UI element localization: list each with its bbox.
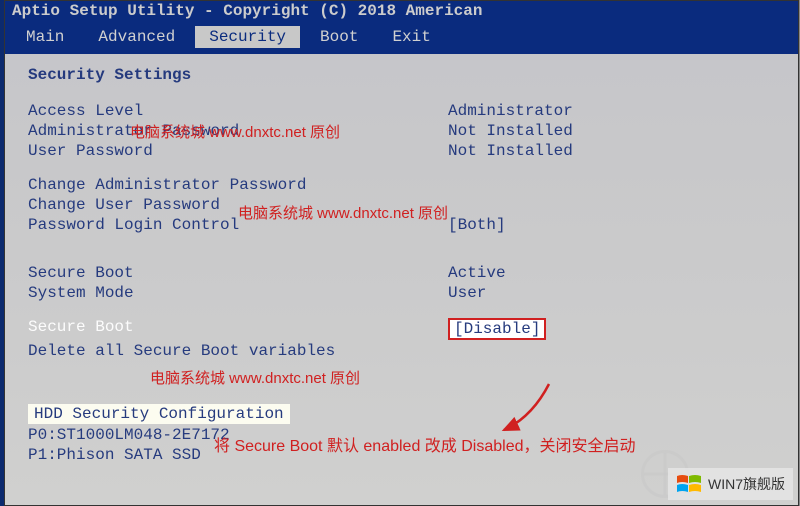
section-header: Security Settings <box>28 66 775 84</box>
row-secure-boot-status: Secure Boot Active <box>28 264 775 282</box>
value-login-control[interactable]: [Both] <box>448 216 506 234</box>
nav-main[interactable]: Main <box>12 26 78 48</box>
content-panel: Security Settings Access Level Administr… <box>4 54 799 478</box>
label-access-level: Access Level <box>28 102 448 120</box>
row-login-control[interactable]: Password Login Control [Both] <box>28 216 775 234</box>
link-change-admin-password[interactable]: Change Administrator Password <box>28 176 448 194</box>
link-change-user-password[interactable]: Change User Password <box>28 196 448 214</box>
win7-badge: WIN7旗舰版 <box>668 468 793 500</box>
row-change-admin-password[interactable]: Change Administrator Password <box>28 176 775 194</box>
row-access-level: Access Level Administrator <box>28 102 775 120</box>
label-admin-password: Administrator Password <box>28 122 448 140</box>
nav-advanced[interactable]: Advanced <box>84 26 189 48</box>
label-secure-boot-toggle: Secure Boot <box>28 318 448 340</box>
hdd-drive-0-label[interactable]: P0:ST1000LM048-2E7172 <box>28 426 230 444</box>
windows-logo-icon <box>676 472 702 496</box>
label-secure-boot-status: Secure Boot <box>28 264 448 282</box>
value-access-level: Administrator <box>448 102 573 120</box>
label-user-password: User Password <box>28 142 448 160</box>
row-admin-password: Administrator Password Not Installed <box>28 122 775 140</box>
value-secure-boot-toggle[interactable]: [Disable] <box>448 318 546 340</box>
label-login-control: Password Login Control <box>28 216 448 234</box>
value-user-password: Not Installed <box>448 142 573 160</box>
link-delete-secure-boot-vars[interactable]: Delete all Secure Boot variables <box>28 342 448 360</box>
value-secure-boot-status: Active <box>448 264 506 282</box>
annotation-text: 将 Secure Boot 默认 enabled 改成 Disabled，关闭安… <box>214 432 636 456</box>
hdd-drive-1-label[interactable]: P1:Phison SATA SSD <box>28 446 201 464</box>
win7-badge-text: WIN7旗舰版 <box>708 474 785 494</box>
value-system-mode: User <box>448 284 486 302</box>
value-admin-password: Not Installed <box>448 122 573 140</box>
nav-security[interactable]: Security <box>195 26 300 48</box>
nav-boot[interactable]: Boot <box>306 26 372 48</box>
row-change-user-password[interactable]: Change User Password <box>28 196 775 214</box>
bios-screen: Aptio Setup Utility - Copyright (C) 2018… <box>0 0 800 506</box>
title-bar: Aptio Setup Utility - Copyright (C) 2018… <box>4 0 799 22</box>
label-system-mode: System Mode <box>28 284 448 302</box>
row-secure-boot-toggle[interactable]: Secure Boot [Disable] <box>28 318 775 340</box>
row-system-mode: System Mode User <box>28 284 775 302</box>
nav-exit[interactable]: Exit <box>378 26 444 48</box>
title-text: Aptio Setup Utility - Copyright (C) 2018… <box>12 2 482 20</box>
nav-bar: Main Advanced Security Boot Exit <box>4 22 799 54</box>
row-user-password: User Password Not Installed <box>28 142 775 160</box>
row-delete-secure-boot-vars[interactable]: Delete all Secure Boot variables <box>28 342 775 360</box>
hdd-header: HDD Security Configuration <box>28 404 290 424</box>
